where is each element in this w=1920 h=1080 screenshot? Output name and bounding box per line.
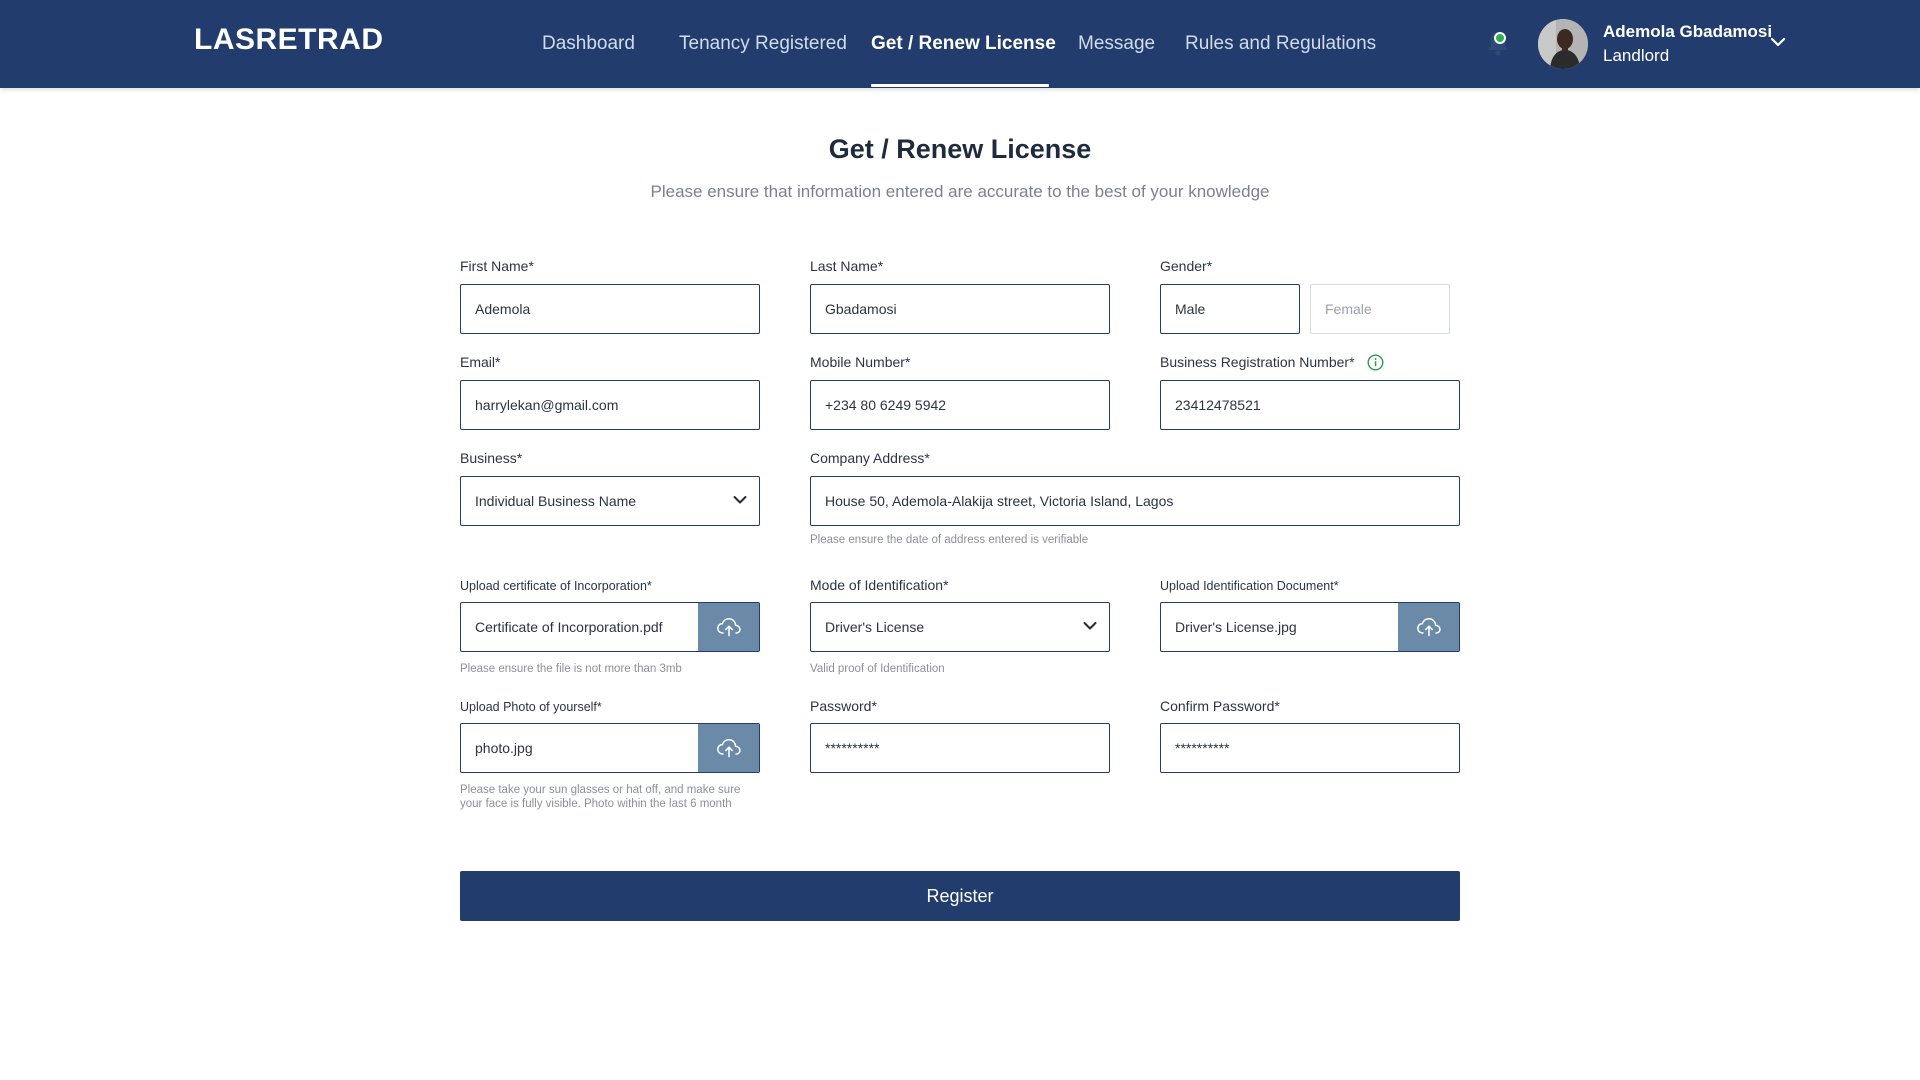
- identification-document-upload-field[interactable]: Driver's License.jpg: [1160, 602, 1460, 652]
- password-input[interactable]: **********: [810, 723, 1110, 773]
- confirm-password-label: Confirm Password*: [1160, 698, 1280, 714]
- certificate-upload-label: Upload certificate of Incorporation*: [460, 579, 652, 593]
- identification-document-label: Upload Identification Document*: [1160, 579, 1339, 593]
- active-nav-indicator: [871, 84, 1049, 87]
- notification-status-dot: [1494, 32, 1506, 44]
- certificate-upload-field[interactable]: Certificate of Incorporation.pdf: [460, 602, 760, 652]
- photo-upload-hint-line-1: Please take your sun glasses or hat off,…: [460, 784, 741, 796]
- business-label: Business*: [460, 450, 523, 466]
- nav-message[interactable]: Message: [1078, 33, 1155, 55]
- email-field[interactable]: harrylekan@gmail.com: [460, 380, 760, 430]
- cloud-upload-icon: [1417, 618, 1441, 637]
- chevron-down-icon: [733, 496, 747, 504]
- company-address-input[interactable]: House 50, Ademola-Alakija street, Victor…: [810, 476, 1460, 526]
- photo-file-name: photo.jpg: [475, 740, 533, 756]
- mode-of-identification-hint: Valid proof of Identification: [810, 663, 945, 675]
- chevron-down-icon[interactable]: [1770, 36, 1786, 48]
- photo-upload-label: Upload Photo of yourself*: [460, 700, 602, 714]
- page-subtitle: Please ensure that information entered a…: [650, 182, 1270, 201]
- page-title: Get / Renew License: [828, 134, 1092, 164]
- gender-option-female[interactable]: Female: [1310, 284, 1450, 334]
- photo-upload-hint: Please take your sun glasses or hat off,…: [460, 783, 740, 811]
- top-navigation-bar: LASRETRAD Dashboard Tenancy Registered G…: [0, 0, 1920, 88]
- photo-upload-hint-line-2: your face is fully visible. Photo within…: [460, 798, 732, 810]
- user-role: Landlord: [1603, 46, 1670, 65]
- mode-of-identification-value: Driver's License: [825, 619, 925, 635]
- confirm-password-input[interactable]: **********: [1160, 723, 1460, 773]
- info-icon[interactable]: [1367, 354, 1384, 371]
- last-name-label: Last Name*: [810, 258, 884, 274]
- cloud-upload-icon: [717, 739, 741, 758]
- nav-tenancy-registered[interactable]: Tenancy Registered: [679, 33, 847, 55]
- certificate-file-name: Certificate of Incorporation.pdf: [475, 619, 663, 635]
- company-address-label: Company Address*: [810, 450, 930, 466]
- business-select-value: Individual Business Name: [475, 493, 637, 509]
- first-name-input[interactable]: Ademola: [460, 284, 760, 334]
- certificate-upload-button[interactable]: [698, 603, 759, 651]
- register-button[interactable]: Register: [460, 871, 1460, 921]
- gender-option-male[interactable]: Male: [1160, 284, 1300, 334]
- nav-rules-and-regulations[interactable]: Rules and Regulations: [1185, 33, 1376, 55]
- cloud-upload-icon: [717, 618, 741, 637]
- gender-label: Gender*: [1160, 258, 1213, 274]
- photo-upload-field[interactable]: photo.jpg: [460, 723, 760, 773]
- photo-upload-button[interactable]: [698, 724, 759, 772]
- nav-dashboard[interactable]: Dashboard: [542, 33, 635, 55]
- mode-of-identification-label: Mode of Identification*: [810, 577, 949, 593]
- first-name-label: First Name*: [460, 258, 534, 274]
- avatar[interactable]: [1538, 19, 1588, 69]
- business-registration-number-label: Business Registration Number*: [1160, 354, 1355, 370]
- identification-document-upload-button[interactable]: [1398, 603, 1459, 651]
- brand-logo[interactable]: LASRETRAD: [194, 23, 384, 57]
- company-address-hint: Please ensure the date of address entere…: [810, 534, 1089, 546]
- mobile-number-input[interactable]: +234 80 6249 5942: [810, 380, 1110, 430]
- email-label: Email*: [460, 354, 501, 370]
- nav-get-renew-license[interactable]: Get / Renew License: [871, 33, 1056, 55]
- business-select[interactable]: Individual Business Name: [460, 476, 760, 526]
- business-registration-number-input[interactable]: 23412478521: [1160, 380, 1460, 430]
- chevron-down-icon: [1083, 622, 1097, 630]
- mode-of-identification-select[interactable]: Driver's License: [810, 602, 1110, 652]
- certificate-upload-hint: Please ensure the file is not more than …: [460, 663, 682, 675]
- user-name[interactable]: Ademola Gbadamosi: [1603, 22, 1772, 42]
- last-name-input[interactable]: Gbadamosi: [810, 284, 1110, 334]
- mobile-number-label: Mobile Number*: [810, 354, 911, 370]
- password-label: Password*: [810, 698, 877, 714]
- identification-document-file-name: Driver's License.jpg: [1175, 619, 1297, 635]
